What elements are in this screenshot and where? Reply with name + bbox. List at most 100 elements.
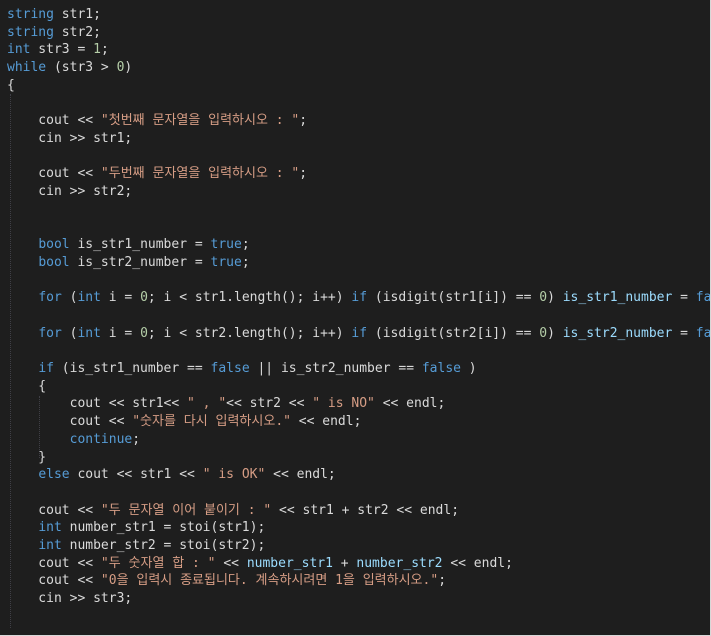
code-text: number_str1 = stoi(str1);: [61, 520, 266, 536]
keyword: string: [7, 7, 54, 22]
string-literal: "첫번째 문자열을 입력하시오 : ": [100, 113, 300, 129]
code-text: cout <<: [7, 573, 101, 589]
keyword: false: [210, 361, 250, 376]
code-line[interactable]: cout << "첫번째 문자열을 입력하시오 : ";: [7, 112, 307, 130]
code-line[interactable]: bool is_str1_number = true;: [7, 236, 250, 254]
keyword: int: [38, 538, 62, 553]
code-line[interactable]: int str3 = 1;: [7, 41, 109, 59]
code-line[interactable]: else cout << str1 << " is OK" << endl;: [7, 466, 336, 484]
code-text: cout <<: [7, 113, 101, 129]
code-text: cin >> str1;: [7, 130, 133, 146]
code-text: +: [332, 555, 357, 571]
keyword: false: [695, 325, 711, 341]
string-literal: " is OK": [202, 467, 266, 483]
code-line[interactable]: string str2;: [7, 24, 101, 42]
code-text: << endl;: [290, 414, 362, 430]
code-text: << endl;: [442, 555, 513, 571]
code-text: }: [7, 449, 47, 465]
keyword: if: [38, 361, 54, 376]
keyword: int: [77, 290, 101, 306]
code-text: << str1 + str2 << endl;: [271, 502, 460, 518]
code-text: <<: [215, 555, 247, 571]
keyword: false: [695, 290, 711, 306]
code-text: (: [61, 325, 78, 341]
code-line[interactable]: cout << "0을 입력시 종료됩니다. 계속하시려면 1을 입력하시오."…: [7, 572, 446, 590]
keyword: bool: [38, 254, 70, 270]
code-text: ): [460, 361, 477, 376]
identifier: is_str1_number: [562, 290, 673, 306]
code-line[interactable]: if (is_str1_number == false || is_str2_n…: [7, 360, 477, 378]
code-text: << endl;: [374, 396, 446, 412]
number-literal: 0: [140, 290, 148, 306]
code-text: ): [547, 290, 563, 306]
code-line[interactable]: cout << "두 숫자열 합 : " << number_str1 + nu…: [7, 555, 513, 573]
code-line[interactable]: }: [7, 449, 46, 467]
code-text: ): [124, 60, 133, 76]
code-text: cin >> str3;: [7, 591, 133, 607]
string-literal: "두번째 문자열을 입력하시오 : ": [100, 166, 300, 182]
identifier: number_str2: [356, 555, 443, 571]
keyword: while: [7, 60, 47, 76]
code-text: ;: [100, 42, 109, 58]
code-line[interactable]: string str1;: [7, 6, 101, 24]
identifier: number_str1: [246, 555, 333, 571]
string-literal: " is NO": [312, 396, 375, 412]
code-text: is_str1_number =: [69, 237, 211, 253]
keyword: bool: [38, 237, 70, 253]
code-text: ;: [241, 237, 250, 253]
code-line[interactable]: cout << "숫자를 다시 입력하시오." << endl;: [7, 413, 362, 431]
code-text: str2;: [53, 24, 101, 40]
code-editor[interactable]: string str1; string str2; int str3 = 1; whi…: [0, 0, 711, 636]
code-text: {: [7, 77, 15, 93]
keyword: if: [351, 290, 368, 306]
code-text: cout <<: [7, 555, 101, 571]
code-line[interactable]: cout << str1<< " , "<< str2 << " is NO" …: [7, 395, 446, 413]
code-text: is_str2_number =: [69, 254, 211, 270]
number-literal: 0: [140, 325, 148, 341]
string-literal: "0을 입력시 종료됩니다. 계속하시려면 1을 입력하시오.": [100, 573, 439, 589]
code-line[interactable]: int number_str1 = stoi(str1);: [7, 519, 265, 537]
code-text: cout << str1<<: [7, 396, 188, 412]
code-line[interactable]: for (int i = 0; i < str1.length(); i++) …: [7, 289, 711, 307]
keyword: continue: [69, 431, 133, 447]
code-text: ;: [438, 573, 447, 589]
code-line[interactable]: cin >> str1;: [7, 130, 132, 148]
code-text: str1;: [53, 7, 101, 22]
code-text: cout <<: [7, 166, 101, 182]
code-line[interactable]: for (int i = 0; i < str2.length(); i++) …: [7, 325, 711, 343]
code-text: << endl;: [265, 467, 336, 483]
code-text: number_str2 = stoi(str2);: [61, 538, 266, 553]
number-literal: 0: [539, 325, 548, 341]
keyword: true: [210, 237, 242, 253]
code-text: i =: [100, 290, 141, 306]
code-text: ;: [132, 431, 141, 447]
code-text: cin >> str2;: [7, 184, 133, 199]
keyword: true: [210, 254, 242, 270]
code-line[interactable]: int number_str2 = stoi(str2);: [7, 537, 265, 555]
code-line[interactable]: cout << "두번째 문자열을 입력하시오 : ";: [7, 165, 307, 183]
keyword: string: [7, 24, 54, 40]
code-text: cout <<: [7, 502, 101, 518]
code-line[interactable]: bool is_str2_number = true;: [7, 254, 249, 272]
code-text: (str3 >: [46, 60, 117, 76]
code-line[interactable]: cin >> str2;: [7, 183, 132, 201]
string-literal: "두 문자열 이어 붙이기 : ": [100, 502, 272, 518]
code-text: ; i < str1.length(); i++): [147, 290, 352, 306]
code-line[interactable]: continue;: [7, 431, 140, 449]
keyword: for: [38, 290, 62, 306]
code-line[interactable]: {: [7, 77, 15, 95]
code-text: =: [672, 325, 696, 341]
code-text: =: [672, 290, 696, 306]
code-line[interactable]: cout << "두 문자열 이어 붙이기 : " << str1 + str2…: [7, 502, 459, 520]
code-text: cout <<: [7, 414, 133, 430]
code-text: cout << str1 <<: [69, 467, 203, 483]
code-text: ): [547, 325, 563, 341]
keyword: int: [38, 520, 62, 536]
code-line[interactable]: {: [7, 378, 46, 396]
code-text: i =: [100, 325, 141, 341]
code-line[interactable]: while (str3 > 0): [7, 59, 132, 77]
identifier: is_str2_number: [562, 325, 673, 341]
code-line[interactable]: cin >> str3;: [7, 590, 132, 608]
